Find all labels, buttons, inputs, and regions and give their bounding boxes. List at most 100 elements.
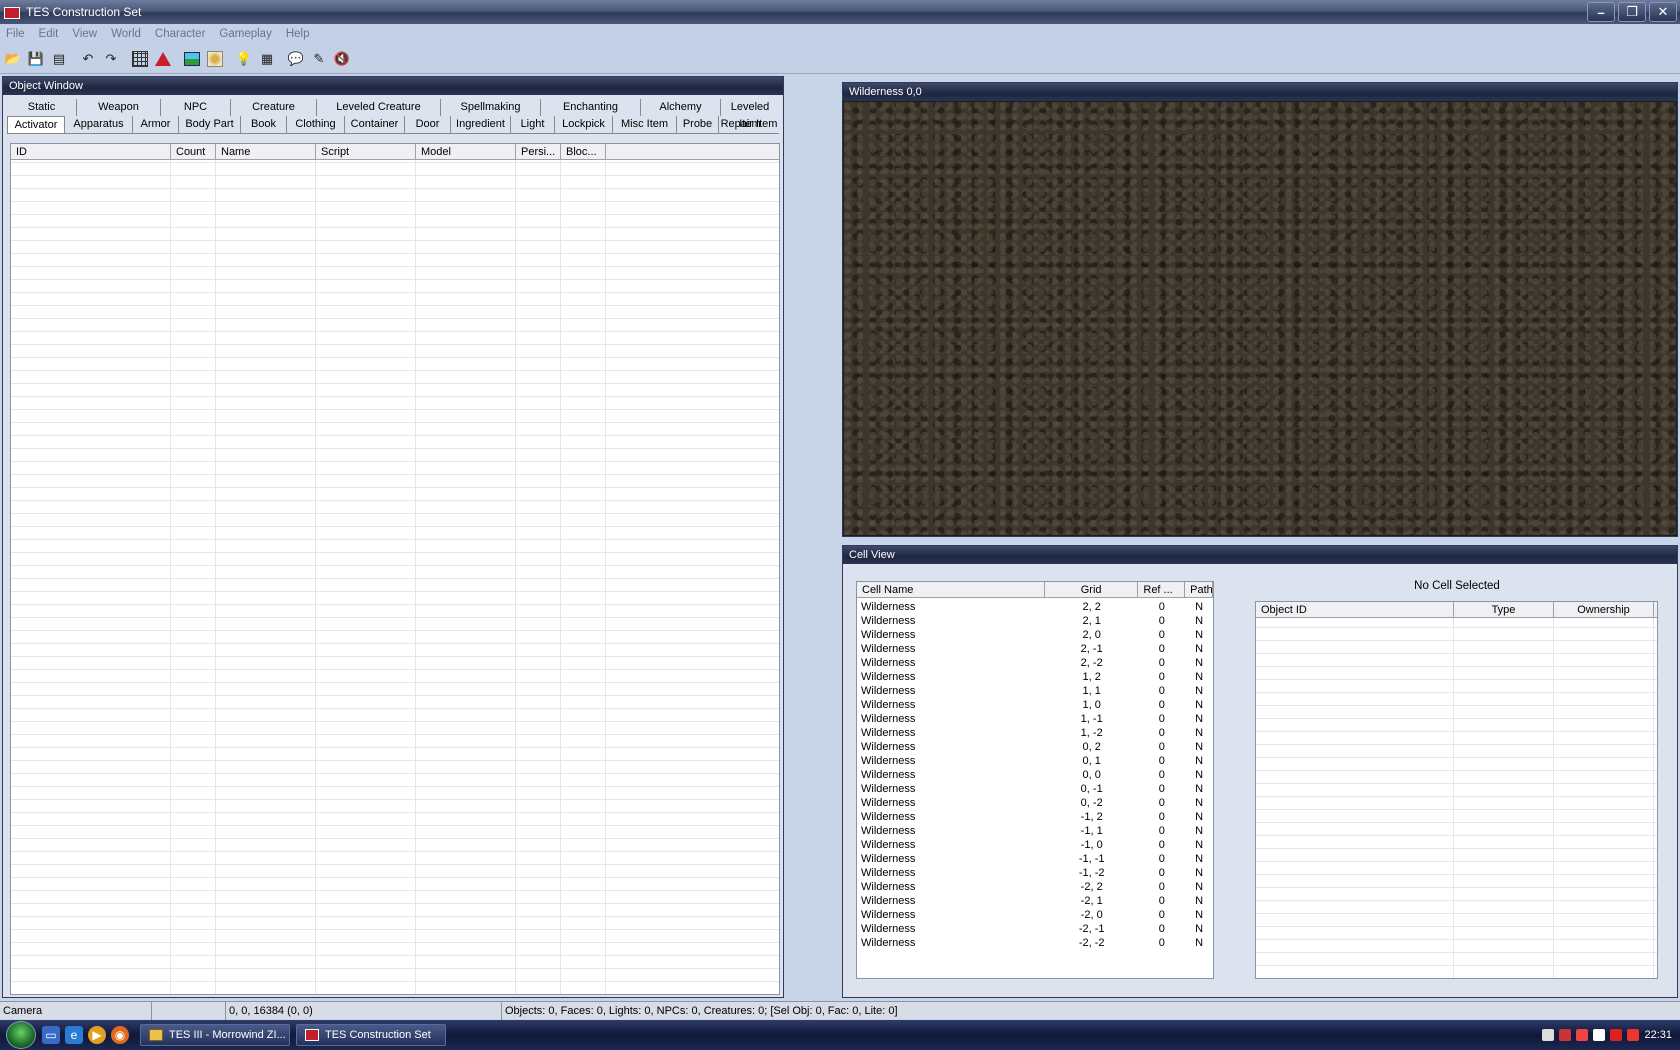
column-grid[interactable]: Grid — [1045, 582, 1139, 597]
tab-static[interactable]: Static — [7, 99, 77, 116]
menu-character[interactable]: Character — [155, 28, 206, 40]
tab-activator[interactable]: Activator — [7, 116, 65, 133]
network-icon[interactable] — [1542, 1029, 1555, 1041]
menu-view[interactable]: View — [72, 28, 97, 40]
tab-misc-item[interactable]: Misc Item — [613, 116, 677, 133]
update-icon[interactable] — [1627, 1029, 1640, 1041]
pencil-icon[interactable]: ✎ — [308, 48, 330, 70]
media-player-icon[interactable]: ▶ — [88, 1026, 106, 1044]
shield-icon[interactable] — [1593, 1029, 1606, 1041]
security-icon[interactable] — [1559, 1029, 1572, 1041]
tab-book[interactable]: Book — [241, 116, 287, 133]
table-row[interactable]: Wilderness 0, -1 0 N — [857, 782, 1213, 796]
table-row[interactable]: Wilderness -2, 0 0 N — [857, 908, 1213, 922]
pathgrid-icon[interactable] — [204, 48, 226, 70]
column-id[interactable]: ID — [11, 144, 171, 159]
tab-body-part[interactable]: Body Part — [179, 116, 241, 133]
table-row[interactable]: Wilderness -2, 1 0 N — [857, 894, 1213, 908]
column-ownership[interactable]: Ownership — [1554, 602, 1654, 617]
table-row[interactable]: Wilderness 0, 2 0 N — [857, 740, 1213, 754]
taskbar-item-construction-set[interactable]: TES Construction Set — [296, 1024, 446, 1046]
column-object-id[interactable]: Object ID — [1256, 602, 1454, 617]
tab-apparatus[interactable]: Apparatus — [65, 116, 133, 133]
table-row[interactable]: Wilderness -2, 2 0 N — [857, 880, 1213, 894]
table-row[interactable]: Wilderness 2, -2 0 N — [857, 656, 1213, 670]
table-row[interactable]: Wilderness 1, -1 0 N — [857, 712, 1213, 726]
antivirus-icon[interactable] — [1610, 1029, 1623, 1041]
tab-armor[interactable]: Armor — [133, 116, 179, 133]
tab-container[interactable]: Container — [345, 116, 405, 133]
undo-icon[interactable]: ↶ — [77, 48, 99, 70]
column-blocked[interactable]: Bloc... — [561, 144, 606, 159]
open-icon[interactable]: 📂 — [2, 48, 24, 70]
fog-icon[interactable]: ▦ — [256, 48, 278, 70]
object-list[interactable]: ID Count Name Script Model Persi... Bloc… — [10, 143, 780, 995]
start-button[interactable] — [6, 1021, 36, 1049]
column-count[interactable]: Count — [171, 144, 216, 159]
column-cell-name[interactable]: Cell Name — [857, 582, 1045, 597]
tab-clothing[interactable]: Clothing — [287, 116, 345, 133]
save-icon[interactable]: 💾 — [25, 48, 47, 70]
table-row[interactable]: Wilderness 2, 0 0 N — [857, 628, 1213, 642]
table-row[interactable]: Wilderness 1, 2 0 N — [857, 670, 1213, 684]
menu-edit[interactable]: Edit — [39, 28, 59, 40]
table-row[interactable]: Wilderness -1, -1 0 N — [857, 852, 1213, 866]
table-row[interactable]: Wilderness 0, 1 0 N — [857, 754, 1213, 768]
minimize-button[interactable]: – — [1587, 2, 1615, 22]
light-bulb-icon[interactable]: 💡 — [233, 48, 255, 70]
taskbar-item-morrowind-folder[interactable]: TES III - Morrowind ZI... — [140, 1024, 290, 1046]
restore-button[interactable]: ❐ — [1618, 2, 1646, 22]
tab-ingredient[interactable]: Ingredient — [451, 116, 511, 133]
table-row[interactable]: Wilderness -1, -2 0 N — [857, 866, 1213, 880]
speech-bubble-icon[interactable]: 💬 — [285, 48, 307, 70]
table-row[interactable]: Wilderness 2, 1 0 N — [857, 614, 1213, 628]
tab-spellmaking[interactable]: Spellmaking — [441, 99, 541, 116]
table-row[interactable]: Wilderness 1, 0 0 N — [857, 698, 1213, 712]
tab-npc[interactable]: NPC — [161, 99, 231, 116]
table-row[interactable]: Wilderness 2, 2 0 N — [857, 600, 1213, 614]
cell-object-list[interactable]: Object ID Type Ownership — [1255, 601, 1658, 979]
tab-light[interactable]: Light — [511, 116, 555, 133]
volume-icon[interactable] — [1576, 1029, 1589, 1041]
tab-probe[interactable]: Probe — [677, 116, 719, 133]
sound-icon[interactable]: 🔇 — [331, 48, 353, 70]
tab-repair-item[interactable]: Repair Item — [719, 116, 779, 133]
table-row[interactable]: Wilderness 0, 0 0 N — [857, 768, 1213, 782]
table-row[interactable]: Wilderness -2, -1 0 N — [857, 922, 1213, 936]
table-row[interactable]: Wilderness -1, 1 0 N — [857, 824, 1213, 838]
tab-lockpick[interactable]: Lockpick — [555, 116, 613, 133]
column-persistent[interactable]: Persi... — [516, 144, 561, 159]
internet-explorer-icon[interactable]: e — [65, 1026, 83, 1044]
column-path[interactable]: Path — [1185, 582, 1213, 597]
menu-file[interactable]: File — [6, 28, 25, 40]
table-row[interactable]: Wilderness -1, 0 0 N — [857, 838, 1213, 852]
show-desktop-icon[interactable]: ▭ — [42, 1026, 60, 1044]
tab-leveled-creature[interactable]: Leveled Creature — [317, 99, 441, 116]
table-row[interactable]: Wilderness -1, 2 0 N — [857, 810, 1213, 824]
tab-alchemy[interactable]: Alchemy — [641, 99, 721, 116]
render-viewport[interactable] — [844, 102, 1676, 535]
column-model[interactable]: Model — [416, 144, 516, 159]
menu-world[interactable]: World — [111, 28, 141, 40]
menu-help[interactable]: Help — [286, 28, 310, 40]
tab-enchanting[interactable]: Enchanting — [541, 99, 641, 116]
table-row[interactable]: Wilderness 1, -2 0 N — [857, 726, 1213, 740]
redo-icon[interactable]: ↷ — [100, 48, 122, 70]
cell-list[interactable]: Cell Name Grid Ref ... Path Wilderness 2,… — [856, 581, 1214, 979]
tab-door[interactable]: Door — [405, 116, 451, 133]
close-button[interactable]: ✕ — [1649, 2, 1677, 22]
table-row[interactable]: Wilderness 2, -1 0 N — [857, 642, 1213, 656]
table-row[interactable]: Wilderness 1, 1 0 N — [857, 684, 1213, 698]
firefox-icon[interactable]: ◉ — [111, 1026, 129, 1044]
column-type[interactable]: Type — [1454, 602, 1554, 617]
table-row[interactable]: Wilderness 0, -2 0 N — [857, 796, 1213, 810]
column-script[interactable]: Script — [316, 144, 416, 159]
column-name[interactable]: Name — [216, 144, 316, 159]
tab-leveled-item[interactable]: Leveled Item — [721, 99, 779, 130]
grid-icon[interactable] — [129, 48, 151, 70]
tab-creature[interactable]: Creature — [231, 99, 317, 116]
tab-weapon[interactable]: Weapon — [77, 99, 161, 116]
column-ref[interactable]: Ref ... — [1138, 582, 1186, 597]
properties-icon[interactable]: ▤ — [48, 48, 70, 70]
table-row[interactable]: Wilderness -2, -2 0 N — [857, 936, 1213, 950]
